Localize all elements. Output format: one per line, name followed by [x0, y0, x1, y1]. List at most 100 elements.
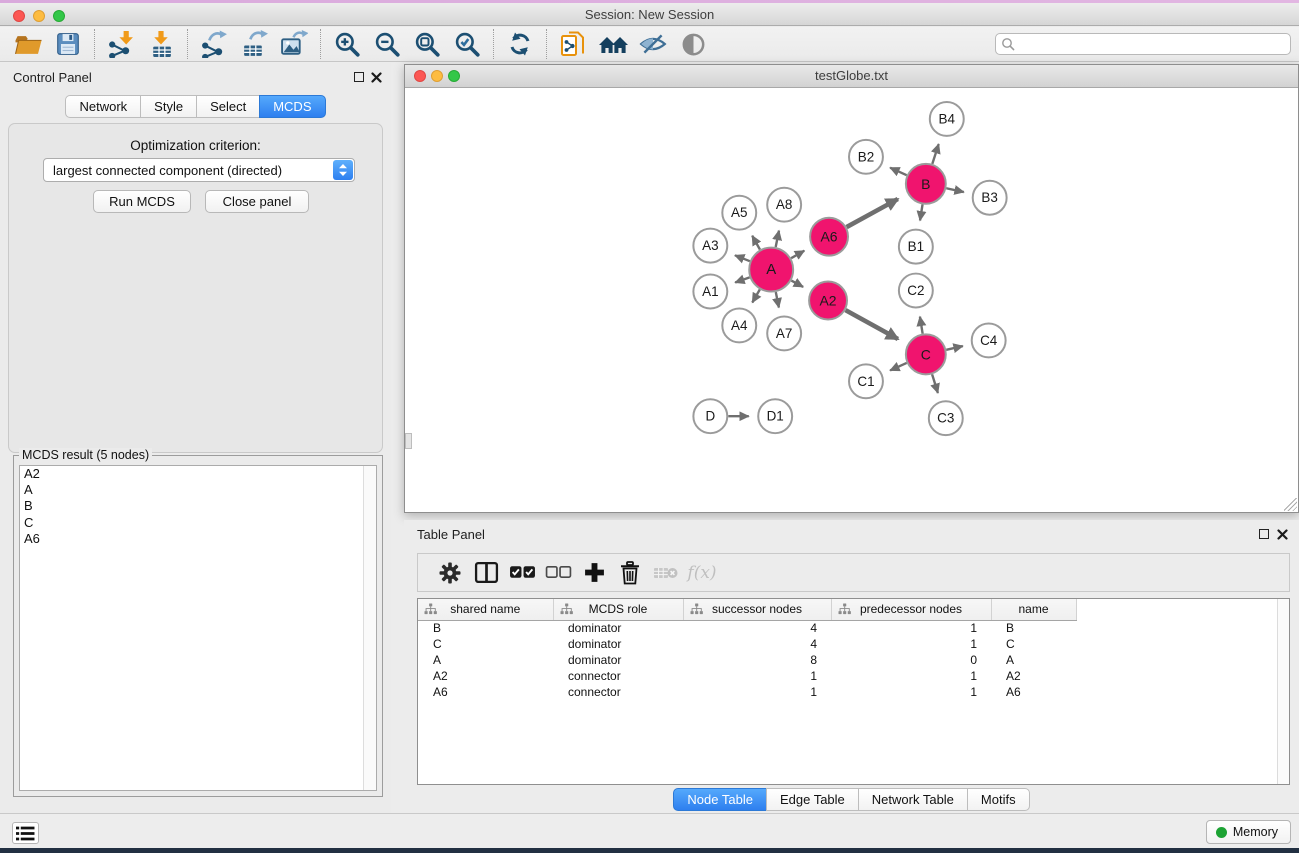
- graph-edge-A-A6[interactable]: [791, 251, 804, 258]
- import-network-button[interactable]: [101, 29, 141, 59]
- control-tab-select[interactable]: Select: [196, 95, 260, 118]
- cell-shared-name[interactable]: B: [418, 620, 553, 636]
- graph-node-B2[interactable]: B2: [849, 140, 883, 174]
- table-tab-motifs[interactable]: Motifs: [967, 788, 1030, 811]
- import-table-button[interactable]: [141, 29, 181, 59]
- graph-node-A4[interactable]: A4: [722, 308, 756, 342]
- network-canvas[interactable]: AA6A2BCA5A8A3A1A4A7B2B4B3B1C2C4C1C3DD1: [405, 88, 1298, 512]
- cell-mcds-role[interactable]: dominator: [553, 636, 683, 652]
- graph-node-C3[interactable]: C3: [929, 401, 963, 435]
- export-image-button[interactable]: [274, 29, 314, 59]
- column-header-successor-nodes[interactable]: successor nodes: [683, 599, 831, 620]
- graph-edge-C-C1[interactable]: [890, 363, 907, 370]
- cell-mcds-role[interactable]: dominator: [553, 620, 683, 636]
- graph-node-A3[interactable]: A3: [693, 229, 727, 263]
- cell-name[interactable]: A2: [991, 668, 1076, 684]
- graph-edge-A-A8[interactable]: [776, 231, 779, 247]
- cell-mcds-role[interactable]: dominator: [553, 652, 683, 668]
- cell-name[interactable]: B: [991, 620, 1076, 636]
- graph-edge-C-C2[interactable]: [920, 317, 923, 334]
- graph-node-C2[interactable]: C2: [899, 274, 933, 308]
- cell-shared-name[interactable]: A2: [418, 668, 553, 684]
- cell-successor-nodes[interactable]: 4: [683, 620, 831, 636]
- table-scrollbar[interactable]: [1277, 599, 1289, 784]
- zoom-selected-button[interactable]: [447, 29, 487, 59]
- memory-button[interactable]: Memory: [1206, 820, 1291, 844]
- mcds-result-item[interactable]: B: [20, 498, 376, 514]
- graph-edge-A-A4[interactable]: [752, 290, 759, 303]
- home-button[interactable]: [593, 29, 633, 59]
- zoom-out-button[interactable]: [367, 29, 407, 59]
- run-mcds-button[interactable]: Run MCDS: [93, 190, 191, 213]
- table-tab-network-table[interactable]: Network Table: [858, 788, 968, 811]
- close-panel-icon[interactable]: [371, 70, 382, 88]
- graph-node-B3[interactable]: B3: [973, 181, 1007, 215]
- cell-mcds-role[interactable]: connector: [553, 668, 683, 684]
- float-table-panel-icon[interactable]: [1259, 529, 1269, 539]
- float-panel-icon[interactable]: [354, 72, 364, 82]
- close-table-panel-icon[interactable]: [1277, 527, 1288, 545]
- graph-edge-B-B4[interactable]: [932, 144, 938, 164]
- cell-predecessor-nodes[interactable]: 1: [831, 636, 991, 652]
- cell-predecessor-nodes[interactable]: 1: [831, 620, 991, 636]
- network-documents-button[interactable]: [553, 29, 593, 59]
- task-history-button[interactable]: [12, 822, 39, 844]
- graph-edge-A6-B[interactable]: [847, 199, 898, 227]
- column-header-shared-name[interactable]: shared name: [418, 599, 553, 620]
- export-network-button[interactable]: [194, 29, 234, 59]
- cell-predecessor-nodes[interactable]: 1: [831, 684, 991, 700]
- cell-predecessor-nodes[interactable]: 0: [831, 652, 991, 668]
- mcds-result-item[interactable]: A2: [20, 466, 376, 482]
- zoom-in-button[interactable]: [327, 29, 367, 59]
- graph-node-B1[interactable]: B1: [899, 230, 933, 264]
- hide-graphics-button[interactable]: [633, 29, 673, 59]
- graph-edge-B-B3[interactable]: [946, 188, 964, 192]
- select-all-button[interactable]: [504, 558, 540, 588]
- graph-edge-A-A5[interactable]: [752, 236, 760, 250]
- graph-edge-B-B1[interactable]: [920, 204, 922, 220]
- zoom-fit-button[interactable]: [407, 29, 447, 59]
- control-tab-style[interactable]: Style: [140, 95, 197, 118]
- graph-edge-A2-C[interactable]: [846, 310, 898, 339]
- cell-shared-name[interactable]: C: [418, 636, 553, 652]
- graph-node-D[interactable]: D: [693, 399, 727, 433]
- refresh-button[interactable]: [500, 29, 540, 59]
- graph-edge-A-A2[interactable]: [791, 281, 803, 287]
- mcds-result-item[interactable]: A6: [20, 531, 376, 547]
- graph-node-A8[interactable]: A8: [767, 188, 801, 222]
- window-resize-grip[interactable]: [1284, 498, 1297, 511]
- trash-button[interactable]: [612, 558, 648, 588]
- save-floppy-button[interactable]: [48, 29, 88, 59]
- split-columns-button[interactable]: [468, 558, 504, 588]
- graph-node-A[interactable]: A: [749, 248, 793, 292]
- column-header-name[interactable]: name: [991, 599, 1076, 620]
- graph-node-B[interactable]: B: [906, 164, 946, 204]
- cell-name[interactable]: C: [991, 636, 1076, 652]
- cell-successor-nodes[interactable]: 1: [683, 668, 831, 684]
- gear-button[interactable]: [432, 558, 468, 588]
- graph-edge-A-A1[interactable]: [735, 277, 749, 282]
- cell-shared-name[interactable]: A6: [418, 684, 553, 700]
- graph-node-D1[interactable]: D1: [758, 399, 792, 433]
- graph-node-C1[interactable]: C1: [849, 364, 883, 398]
- cell-successor-nodes[interactable]: 1: [683, 684, 831, 700]
- graph-node-B4[interactable]: B4: [930, 102, 964, 136]
- deselect-all-button[interactable]: [540, 558, 576, 588]
- graph-node-C[interactable]: C: [906, 334, 946, 374]
- column-header-mcds-role[interactable]: MCDS role: [553, 599, 683, 620]
- graph-edge-C-C4[interactable]: [946, 346, 963, 350]
- cell-name[interactable]: A6: [991, 684, 1076, 700]
- control-tab-network[interactable]: Network: [65, 95, 141, 118]
- graph-edge-C-C3[interactable]: [932, 374, 938, 393]
- graph-node-A2[interactable]: A2: [809, 282, 847, 320]
- cell-successor-nodes[interactable]: 4: [683, 636, 831, 652]
- graph-node-A1[interactable]: A1: [693, 275, 727, 309]
- table-tab-node-table[interactable]: Node Table: [673, 788, 767, 811]
- canvas-scroll-handle[interactable]: [405, 433, 412, 449]
- mcds-result-list[interactable]: A2ABCA6: [19, 465, 377, 791]
- list-scrollbar[interactable]: [363, 466, 376, 790]
- graph-node-A7[interactable]: A7: [767, 316, 801, 350]
- control-tab-mcds[interactable]: MCDS: [259, 95, 325, 118]
- graph-edge-B-B2[interactable]: [890, 168, 907, 175]
- graph-edge-A-A7[interactable]: [776, 292, 779, 307]
